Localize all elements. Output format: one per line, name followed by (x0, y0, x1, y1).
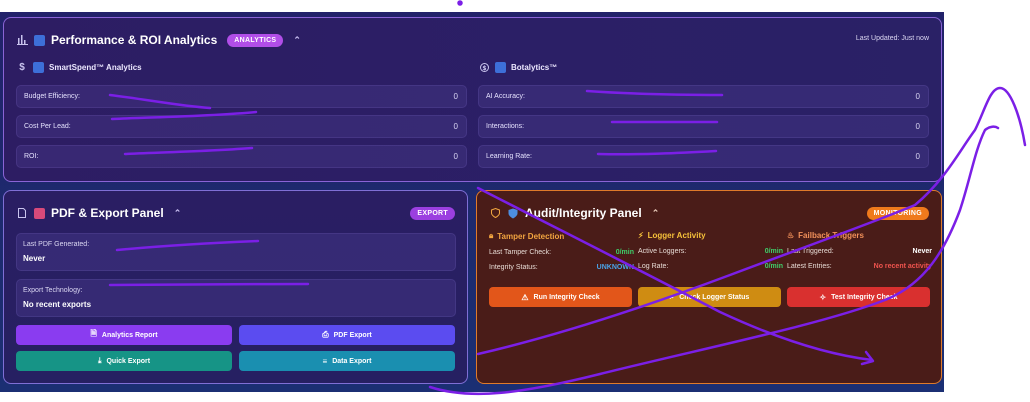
smartspend-header: $ SmartSpend™ Analytics (16, 62, 142, 73)
last-pdf-info: Last PDF Generated: Never (16, 233, 456, 271)
analytics-report-button[interactable]: 🗎 Analytics Report (16, 325, 232, 345)
performance-roi-panel: Performance & ROI Analytics ANALYTICS ⌃ … (3, 17, 942, 182)
printer-icon: ⎙ (322, 330, 329, 339)
shield-outline-icon (489, 208, 501, 218)
export-tech-info: Export Technology: No recent exports (16, 279, 456, 317)
metric-row-cost-per-lead: Cost Per Lead: 0 (16, 115, 467, 138)
inbox-emoji-icon (34, 207, 45, 219)
lightning-icon: ⚡︎ (638, 231, 644, 240)
document-icon (16, 208, 28, 218)
kv-integrity-status: Integrity Status: UNKNOWN (489, 264, 634, 271)
chart-emoji-icon (495, 62, 506, 73)
chart-emoji-icon (33, 62, 44, 73)
metric-row-learning-rate: Learning Rate: 0 (478, 145, 929, 168)
dashboard-canvas: Performance & ROI Analytics ANALYTICS ⌃ … (0, 12, 944, 392)
analytics-badge: ANALYTICS (227, 33, 284, 47)
pdf-panel-title: PDF & Export Panel (51, 206, 164, 220)
kv-last-tamper-check: Last Tamper Check: 0/min (489, 249, 634, 256)
chevron-up-icon[interactable]: ⌃ (652, 208, 660, 219)
database-icon: ≡ (322, 356, 328, 366)
botalytics-header: $ Botalytics™ (478, 62, 557, 73)
pdf-export-panel: PDF & Export Panel ⌃ EXPORT Last PDF Gen… (3, 190, 468, 384)
audit-panel-title: Audit/Integrity Panel (525, 206, 642, 220)
failback-triggers-column: ♨︎ Failback Triggers Last Triggered: Nev… (787, 231, 932, 270)
download-icon: ⤓ (97, 356, 102, 365)
svg-text:$: $ (482, 65, 486, 72)
logger-activity-header: ⚡︎ Logger Activity (638, 231, 706, 240)
search-icon: ⌕ (669, 292, 675, 301)
sparkle-icon: ✧ (819, 292, 827, 302)
kv-latest-entries: Latest Entries: No recent activity (787, 263, 932, 270)
file-icon: 🗎 (90, 329, 97, 338)
shield-icon (507, 208, 519, 219)
pdf-panel-header[interactable]: PDF & Export Panel ⌃ (16, 206, 181, 220)
dollar-circle-icon: $ (478, 63, 490, 72)
performance-panel-title: Performance & ROI Analytics (51, 33, 218, 47)
performance-panel-header[interactable]: Performance & ROI Analytics ANALYTICS ⌃ (16, 33, 301, 47)
kv-last-triggered: Last Triggered: Never (787, 248, 932, 255)
bar-chart-icon (16, 35, 28, 45)
quick-export-button[interactable]: ⤓ Quick Export (16, 351, 232, 371)
pdf-export-button[interactable]: ⎙ PDF Export (239, 325, 455, 345)
failback-triggers-header: ♨︎ Failback Triggers (787, 231, 864, 240)
monitoring-badge: MONITORING (866, 207, 929, 220)
dollar-icon: $ (19, 62, 25, 73)
metric-row-roi: ROI: 0 (16, 145, 467, 168)
chevron-up-icon[interactable]: ⌃ (174, 208, 182, 219)
kv-active-loggers: Active Loggers: 0/min (638, 248, 783, 255)
metric-row-interactions: Interactions: 0 (478, 115, 929, 138)
check-logger-status-button[interactable]: ⌕ Check Logger Status (638, 287, 781, 307)
chevron-up-icon[interactable]: ⌃ (293, 35, 301, 46)
tamper-detection-header: 🔒︎ Tamper Detection (489, 231, 565, 241)
metric-row-ai-accuracy: AI Accuracy: 0 (478, 85, 929, 108)
chart-emoji-icon (34, 34, 45, 46)
last-updated-text: Last Updated: Just now (855, 35, 929, 42)
metric-row-budget-efficiency: Budget Efficiency: 0 (16, 85, 467, 108)
data-export-button[interactable]: ≡ Data Export (239, 351, 455, 371)
run-integrity-check-button[interactable]: ⚠︎ Run Integrity Check (489, 287, 632, 307)
audit-panel-header[interactable]: Audit/Integrity Panel ⌃ (489, 206, 659, 220)
annotation-dot (457, 0, 463, 6)
logger-activity-column: ⚡︎ Logger Activity Active Loggers: 0/min… (638, 231, 783, 270)
export-badge: EXPORT (410, 207, 455, 220)
warning-icon: ⚠︎ (521, 292, 529, 302)
fire-icon: ♨︎ (787, 231, 795, 240)
kv-log-rate: Log Rate: 0/min (638, 263, 783, 270)
tamper-detection-column: 🔒︎ Tamper Detection Last Tamper Check: 0… (489, 231, 634, 271)
audit-integrity-panel: Audit/Integrity Panel ⌃ MONITORING 🔒︎ Ta… (476, 190, 942, 384)
test-integrity-check-button[interactable]: ✧ Test Integrity Check (787, 287, 930, 307)
lock-icon: 🔒︎ (489, 231, 494, 240)
